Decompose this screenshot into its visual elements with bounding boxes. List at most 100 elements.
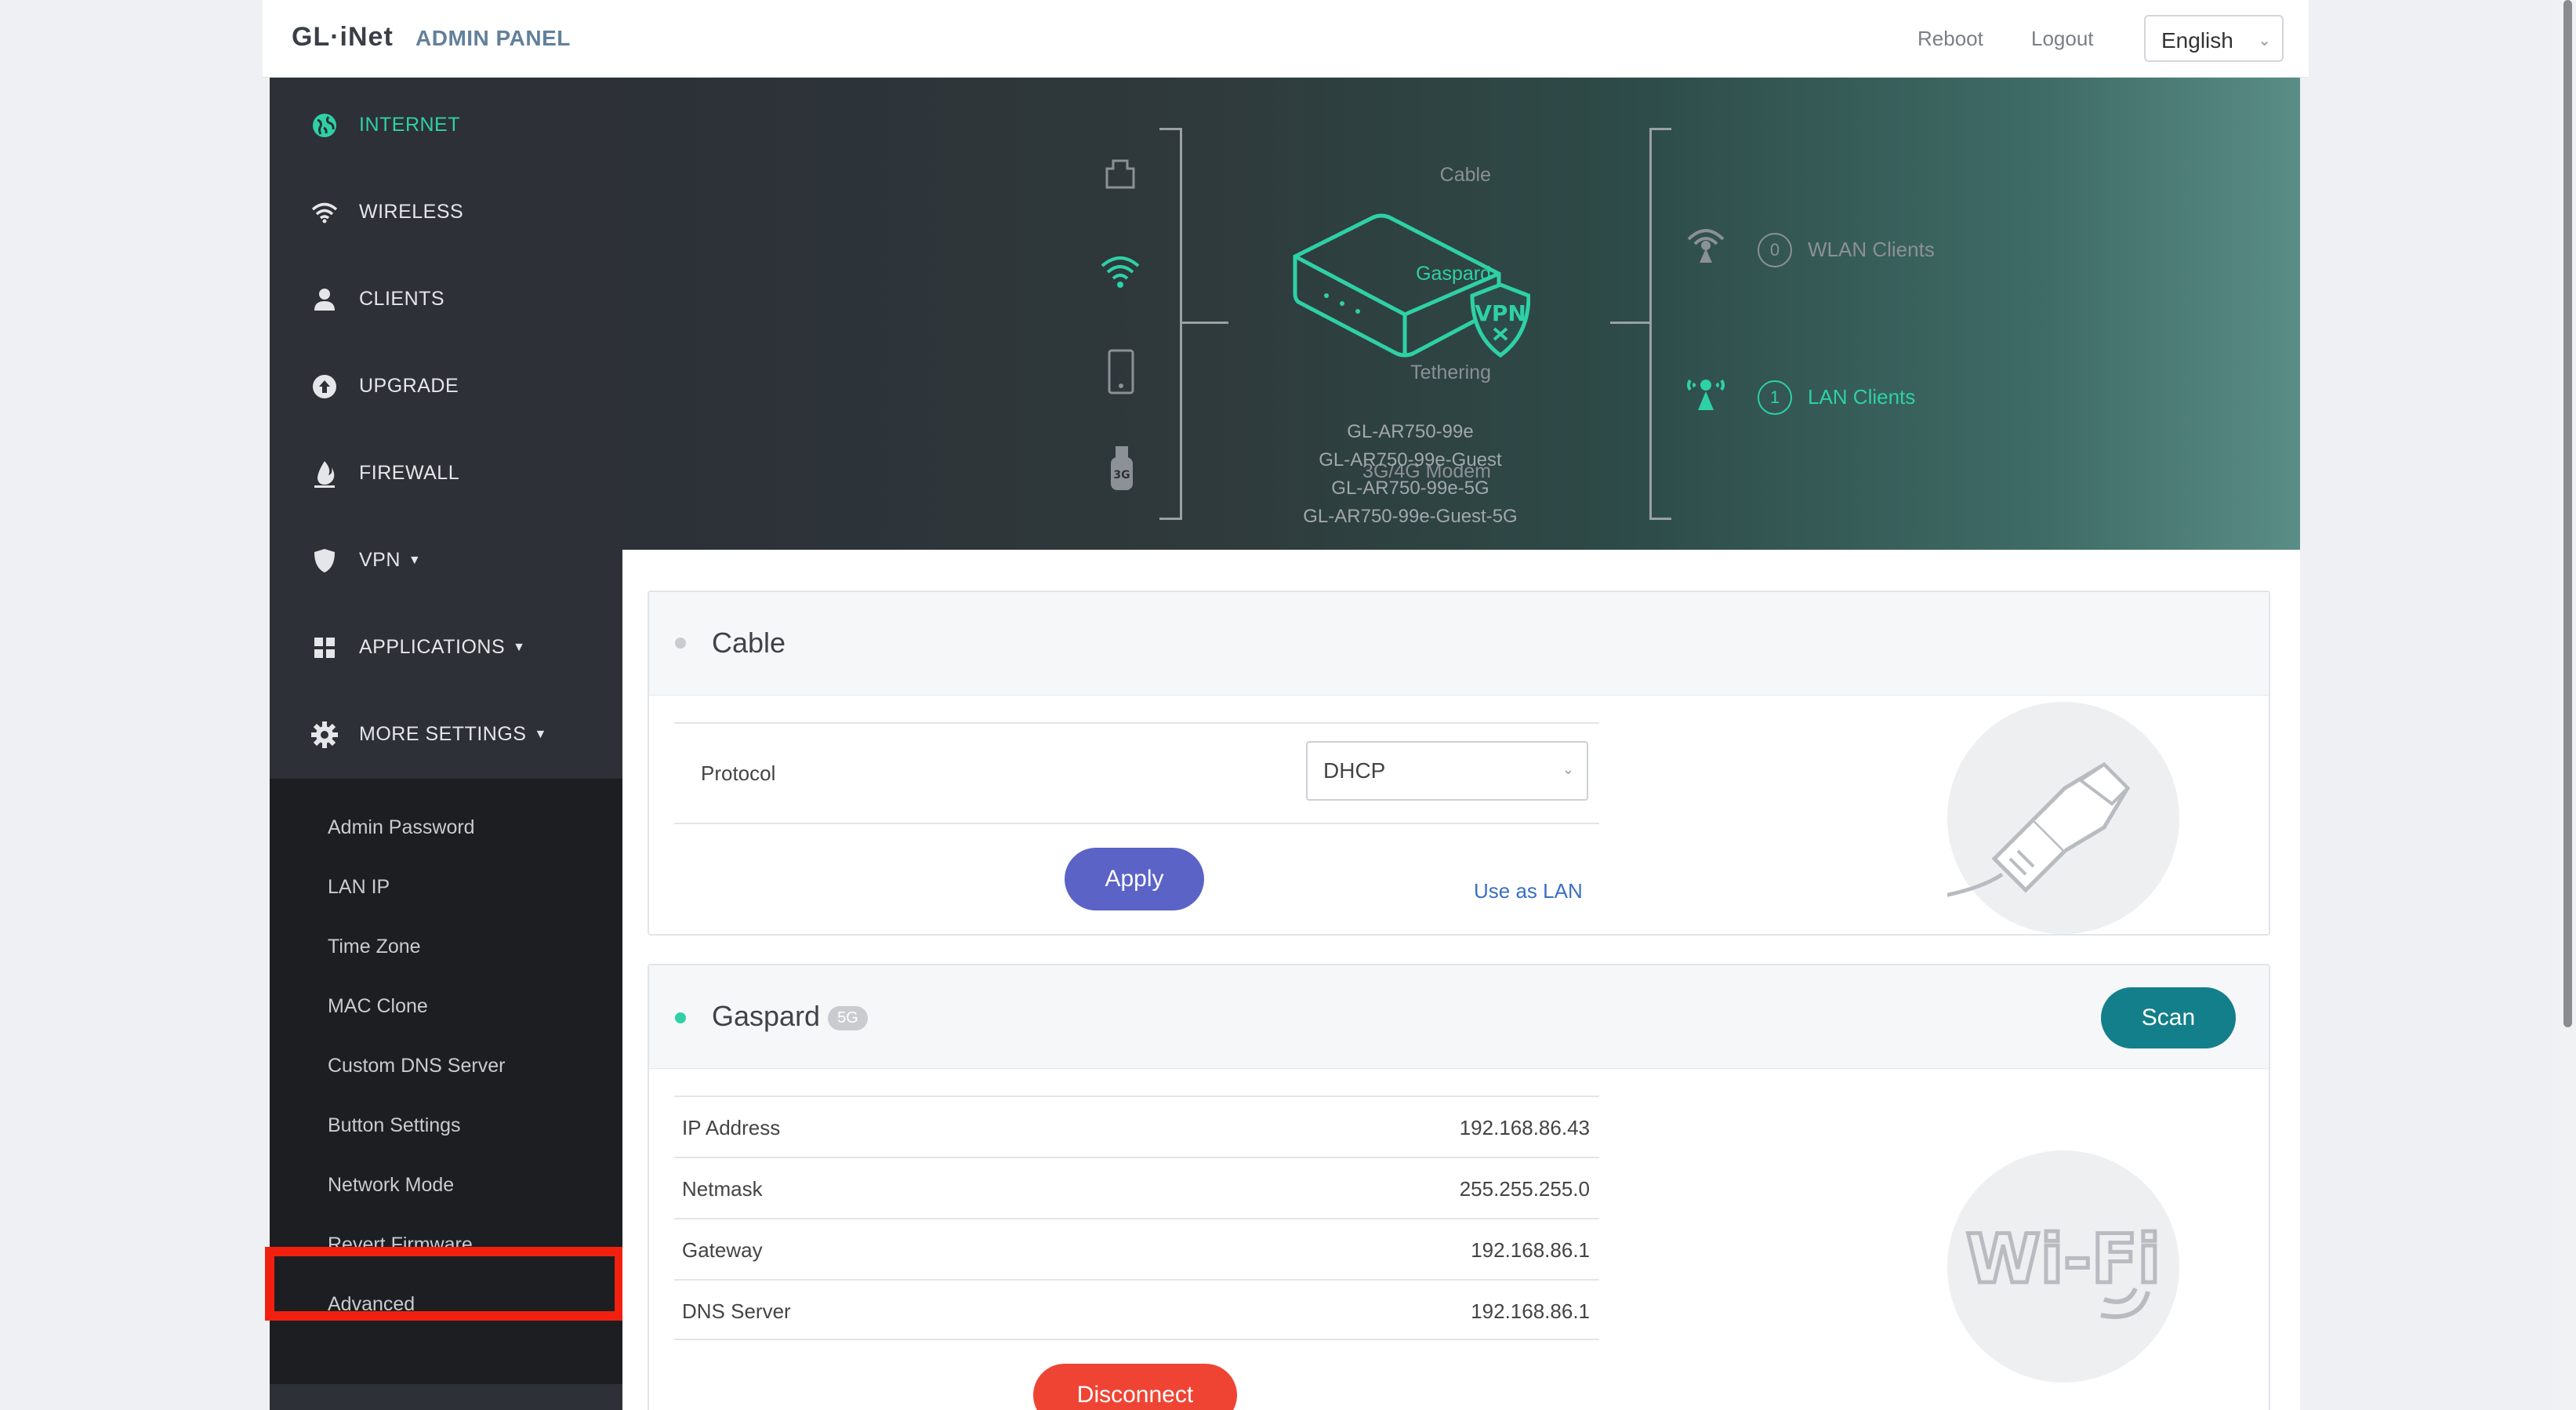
phone-icon[interactable] xyxy=(1108,349,1134,398)
flame-icon xyxy=(309,458,340,489)
protocol-select[interactable]: DHCP ⌄ xyxy=(1306,741,1588,801)
info-value: 192.168.86.43 xyxy=(1459,1116,1590,1139)
wifi-icon[interactable] xyxy=(1099,255,1141,293)
info-row: Netmask 255.255.255.0 xyxy=(674,1157,1599,1218)
cable-card-title: Cable xyxy=(712,627,786,659)
router-vpn-icon[interactable]: VPN xyxy=(1287,209,1531,394)
ethernet-cable-illustration xyxy=(1931,702,2179,934)
wifi-logo-illustration: Wi-Fi xyxy=(1947,1150,2179,1383)
bracket-line xyxy=(1180,322,1228,324)
status-dot xyxy=(675,1012,686,1023)
caret-down-icon: ▼ xyxy=(408,553,422,567)
nav-label: APPLICATIONS xyxy=(359,636,506,658)
gear-icon xyxy=(309,719,340,750)
lan-clients-label[interactable]: LAN Clients xyxy=(1808,385,1915,409)
top-bar: GL·iNet ADMIN PANEL Reboot Logout Englis… xyxy=(263,0,2309,78)
lan-antenna-icon xyxy=(1684,372,1728,416)
ssid-label: GL-AR750-99e xyxy=(1347,421,1474,442)
sidebar: INTERNET WIRELESS CLIENTS UPGRADE FIREWA… xyxy=(270,78,622,1410)
ethernet-port-icon[interactable] xyxy=(1104,158,1137,194)
caret-down-icon: ▼ xyxy=(534,727,547,741)
info-key: Gateway xyxy=(682,1238,763,1262)
nav-label: UPGRADE xyxy=(359,375,459,397)
network-topology: Cable Gaspard Tethering 3G/4G Modem 3G V… xyxy=(622,78,2300,550)
nav-vpn[interactable]: VPN ▼ xyxy=(270,517,622,604)
user-icon xyxy=(309,284,340,315)
info-row: DNS Server 192.168.86.1 xyxy=(674,1279,1599,1340)
reboot-link[interactable]: Reboot xyxy=(1917,27,1983,51)
ssid-label: GL-AR750-99e-Guest xyxy=(1319,449,1502,471)
main-content: Cable Protocol DHCP ⌄ Apply Use as LAN G… xyxy=(622,550,2300,1410)
language-select[interactable]: English ⌄ xyxy=(2144,15,2284,62)
bracket-line xyxy=(1159,128,1181,130)
apply-button[interactable]: Apply xyxy=(1065,848,1204,910)
lan-count-badge[interactable]: 1 xyxy=(1758,380,1792,415)
nav-clients[interactable]: CLIENTS xyxy=(270,256,622,343)
admin-panel-title: ADMIN PANEL xyxy=(415,26,571,50)
protocol-label: Protocol xyxy=(701,761,776,785)
vpn-badge-text: VPN xyxy=(1475,300,1526,326)
shield-icon xyxy=(309,545,340,576)
nav-label: VPN xyxy=(359,549,401,571)
gl-inet-logo[interactable]: GL·iNet xyxy=(292,22,394,53)
sub-item-admin-password[interactable]: Admin Password xyxy=(270,798,622,857)
scan-button[interactable]: Scan xyxy=(2101,987,2236,1048)
wlan-clients-label[interactable]: WLAN Clients xyxy=(1808,238,1935,262)
ssid-label: GL-AR750-99e-Guest-5G xyxy=(1303,506,1518,527)
bracket-line xyxy=(1649,128,1652,520)
band-badge: 5G xyxy=(828,1005,868,1030)
cable-card: Cable Protocol DHCP ⌄ Apply Use as LAN xyxy=(648,591,2270,936)
nav-label: WIRELESS xyxy=(359,201,464,223)
source-label-cable[interactable]: Cable xyxy=(1440,164,1491,187)
info-value: 192.168.86.1 xyxy=(1471,1238,1590,1262)
info-row: IP Address 192.168.86.43 xyxy=(674,1096,1599,1157)
language-value: English xyxy=(2161,28,2233,53)
sub-item-button-settings[interactable]: Button Settings xyxy=(270,1096,622,1155)
bracket-line xyxy=(1610,322,1651,324)
logout-link[interactable]: Logout xyxy=(2031,27,2094,51)
info-key: DNS Server xyxy=(682,1299,791,1323)
scrollbar-thumb[interactable] xyxy=(2563,0,2572,1027)
upload-icon xyxy=(309,371,340,402)
nav-internet[interactable]: INTERNET xyxy=(270,82,622,169)
sub-item-custom-dns[interactable]: Custom DNS Server xyxy=(270,1036,622,1096)
wifi-icon xyxy=(309,197,340,228)
logo-text: GL·iNet xyxy=(292,22,394,52)
nav-wireless[interactable]: WIRELESS xyxy=(270,169,622,256)
nav-firewall[interactable]: FIREWALL xyxy=(270,430,622,517)
wlan-count-badge[interactable]: 0 xyxy=(1758,233,1792,267)
usb-modem-icon[interactable]: 3G xyxy=(1109,445,1134,496)
sub-item-network-mode[interactable]: Network Mode xyxy=(270,1155,622,1215)
ssid-label: GL-AR750-99e-5G xyxy=(1331,478,1489,499)
use-as-lan-link[interactable]: Use as LAN xyxy=(1474,879,1583,903)
disconnect-button[interactable]: Disconnect xyxy=(1033,1364,1237,1410)
bracket-line xyxy=(1180,128,1182,520)
protocol-value: DHCP xyxy=(1323,758,1386,783)
nav-label: FIREWALL xyxy=(359,462,460,484)
nav-label: CLIENTS xyxy=(359,288,445,310)
sub-item-lan-ip[interactable]: LAN IP xyxy=(270,857,622,917)
bracket-line xyxy=(1649,518,1671,520)
nav-label: MORE SETTINGS xyxy=(359,723,527,745)
chevron-down-icon: ⌄ xyxy=(1562,761,1574,777)
ssid-name: Gaspard xyxy=(712,1000,821,1032)
nav-upgrade[interactable]: UPGRADE xyxy=(270,343,622,430)
grid-icon xyxy=(309,632,340,663)
info-key: IP Address xyxy=(682,1116,781,1139)
wlan-antenna-icon xyxy=(1684,225,1728,268)
caret-down-icon: ▼ xyxy=(513,640,526,654)
highlight-box xyxy=(265,1247,624,1321)
sub-item-mac-clone[interactable]: MAC Clone xyxy=(270,976,622,1036)
chevron-down-icon: ⌄ xyxy=(2258,32,2271,49)
modem-badge-text: 3G xyxy=(1113,469,1130,482)
globe-icon xyxy=(309,110,340,141)
sub-item-time-zone[interactable]: Time Zone xyxy=(270,917,622,976)
nav-more-settings[interactable]: MORE SETTINGS ▼ xyxy=(270,691,622,778)
status-dot xyxy=(675,638,686,649)
bracket-line xyxy=(1159,518,1181,520)
nav-applications[interactable]: APPLICATIONS ▼ xyxy=(270,604,622,691)
card-header: Cable xyxy=(649,592,2269,696)
info-value: 255.255.255.0 xyxy=(1459,1177,1590,1201)
svg-text:Wi-Fi: Wi-Fi xyxy=(1966,1220,2161,1299)
wifi-card: Gaspard 5G Scan IP Address 192.168.86.43 … xyxy=(648,964,2270,1410)
